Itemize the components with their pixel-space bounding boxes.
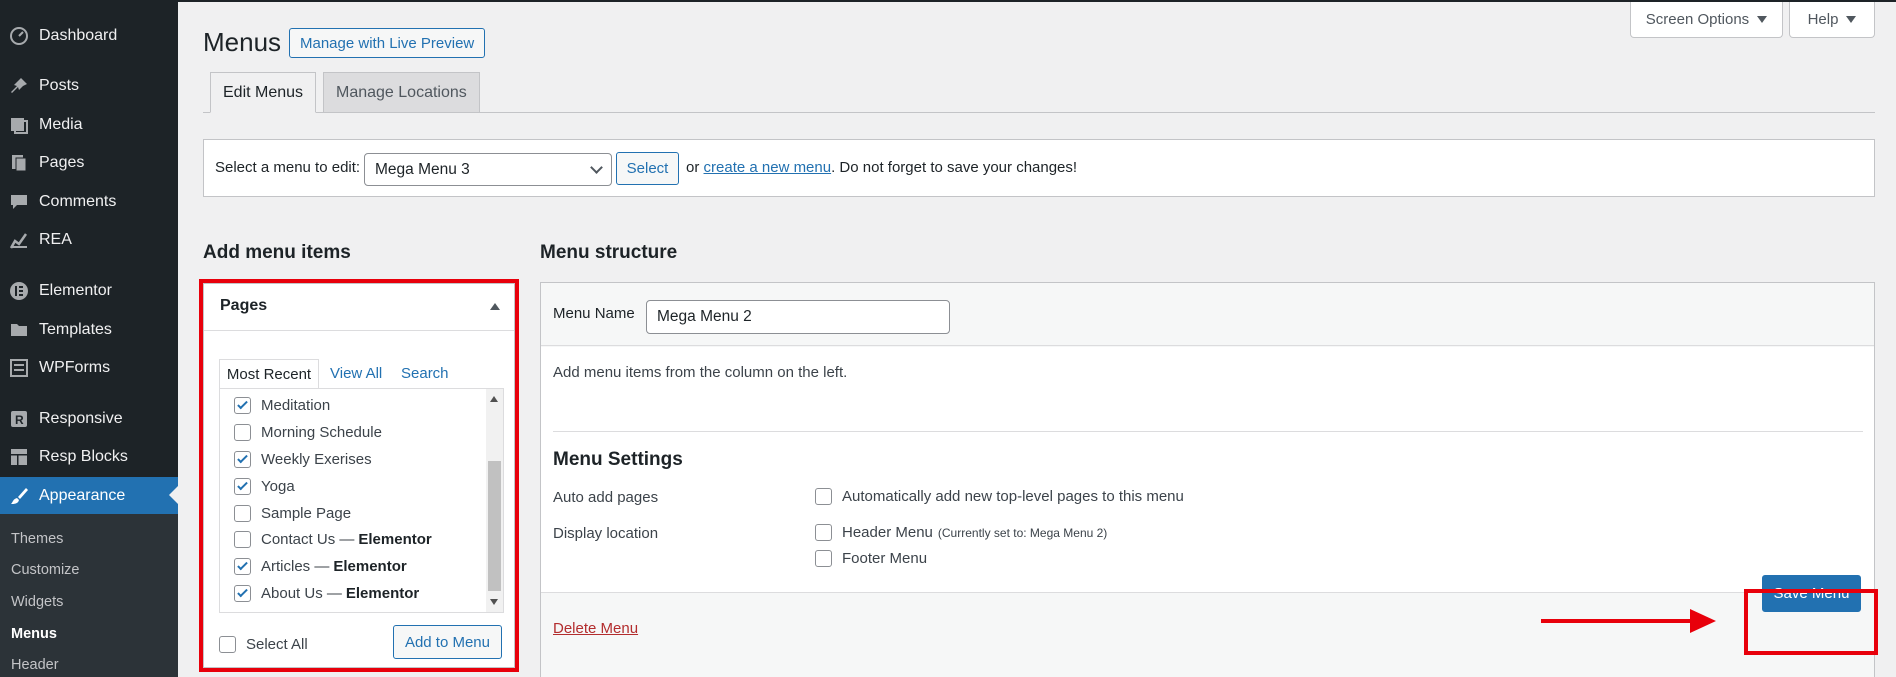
footer-menu-label: Footer Menu	[842, 550, 928, 567]
arrow-right-icon	[1690, 609, 1716, 633]
auto-add-pages-label: Auto add pages	[553, 489, 659, 506]
menu-select-value: Mega Menu 3	[375, 160, 470, 178]
chevron-down-icon	[590, 161, 603, 174]
page-title: Menus	[203, 27, 282, 57]
form-icon	[8, 358, 30, 378]
header-menu-checkbox[interactable]	[815, 524, 832, 541]
highlight-box-pages	[199, 279, 519, 672]
svg-text:R: R	[15, 413, 24, 427]
sidebar-item-responsive[interactable]: R Responsive	[0, 401, 178, 437]
chart-icon	[8, 230, 30, 250]
sidebar-item-label: Templates	[39, 321, 112, 338]
auto-add-option-label: Automatically add new top-level pages to…	[842, 488, 1184, 505]
sidebar-item-dashboard[interactable]: Dashboard	[0, 18, 178, 54]
current-menu-caret	[169, 486, 178, 504]
submenu-item-widgets[interactable]: Widgets	[11, 594, 63, 610]
screen-options-button[interactable]: Screen Options	[1630, 2, 1783, 38]
create-menu-text: or create a new menu. Do not forget to s…	[686, 159, 1077, 176]
folder-icon	[8, 320, 30, 340]
elementor-icon	[8, 281, 30, 301]
menu-settings-title: Menu Settings	[553, 449, 683, 470]
menu-name-input[interactable]: Mega Menu 2	[646, 300, 950, 334]
admin-sidebar: Dashboard Posts Media Pages Comments REA…	[0, 0, 178, 677]
sidebar-item-label: Posts	[39, 77, 80, 94]
save-reminder: . Do not forget to save your changes!	[831, 159, 1078, 176]
sidebar-item-appearance[interactable]: Appearance	[0, 477, 178, 515]
footer-menu-checkbox[interactable]	[815, 550, 832, 567]
sidebar-item-label: REA	[39, 231, 72, 248]
create-new-menu-link[interactable]: create a new menu	[704, 159, 832, 176]
brush-icon	[8, 486, 30, 506]
appearance-submenu: Themes Customize Widgets Menus Header	[0, 514, 178, 677]
help-label: Help	[1807, 11, 1839, 28]
submenu-item-themes[interactable]: Themes	[11, 531, 63, 547]
divider	[553, 431, 1863, 432]
submenu-item-menus[interactable]: Menus	[11, 626, 57, 642]
menu-name-header: Menu Name Mega Menu 2	[541, 283, 1874, 346]
caret-down-icon	[1846, 16, 1857, 23]
sidebar-item-rea[interactable]: REA	[0, 222, 178, 258]
delete-menu-link[interactable]: Delete Menu	[553, 620, 638, 637]
sidebar-item-elementor[interactable]: Elementor	[0, 273, 178, 309]
pages-icon	[8, 153, 30, 173]
tab-manage-locations[interactable]: Manage Locations	[323, 72, 480, 113]
menu-footer: Delete Menu	[541, 592, 1874, 677]
pin-icon	[8, 76, 30, 96]
sidebar-item-pages[interactable]: Pages	[0, 145, 178, 181]
menu-body: Add menu items from the column on the le…	[541, 347, 1874, 592]
sidebar-item-label: Media	[39, 116, 83, 133]
add-menu-items-heading: Add menu items	[203, 242, 351, 263]
highlight-box-save	[1744, 589, 1878, 655]
media-icon	[8, 115, 30, 135]
select-button[interactable]: Select	[616, 152, 679, 185]
sidebar-item-label: Resp Blocks	[39, 448, 128, 465]
manage-menus-box: Select a menu to edit: Mega Menu 3 Selec…	[203, 139, 1875, 197]
blocks-icon	[8, 447, 30, 467]
header-menu-note: (Currently set to: Mega Menu 2)	[937, 525, 1108, 540]
sidebar-item-label: Comments	[39, 193, 117, 210]
or-label: or	[686, 159, 700, 176]
menu-structure-heading: Menu structure	[540, 242, 678, 263]
submenu-item-header[interactable]: Header	[11, 657, 59, 673]
help-button[interactable]: Help	[1789, 2, 1875, 38]
sidebar-item-resp-blocks[interactable]: Resp Blocks	[0, 439, 178, 475]
sidebar-item-media[interactable]: Media	[0, 107, 178, 143]
submenu-item-customize[interactable]: Customize	[11, 562, 80, 578]
footer-menu-option[interactable]: Footer Menu	[815, 550, 927, 567]
menu-name-label: Menu Name	[553, 305, 635, 322]
sidebar-item-posts[interactable]: Posts	[0, 68, 178, 104]
menu-select-dropdown[interactable]: Mega Menu 3	[364, 153, 612, 186]
sidebar-item-templates[interactable]: Templates	[0, 312, 178, 348]
header-menu-label: Header Menu	[842, 524, 933, 541]
annotation-arrow-shaft	[1541, 619, 1691, 623]
empty-menu-hint: Add menu items from the column on the le…	[553, 364, 848, 381]
sidebar-item-label: Pages	[39, 154, 85, 171]
auto-add-checkbox[interactable]	[815, 488, 832, 505]
comment-icon	[8, 192, 30, 212]
dashboard-icon	[8, 26, 30, 46]
sidebar-item-wpforms[interactable]: WPForms	[0, 350, 178, 386]
menu-structure-panel: Menu Name Mega Menu 2 Add menu items fro…	[540, 282, 1875, 677]
live-preview-button[interactable]: Manage with Live Preview	[289, 28, 486, 58]
sidebar-item-label: Dashboard	[39, 27, 118, 44]
caret-down-icon	[1757, 16, 1768, 23]
sidebar-item-label: WPForms	[39, 359, 111, 376]
tab-edit-menus[interactable]: Edit Menus	[210, 72, 317, 113]
sidebar-item-label: Appearance	[39, 487, 126, 504]
responsive-icon: R	[8, 409, 30, 429]
auto-add-option[interactable]: Automatically add new top-level pages to…	[815, 488, 1184, 505]
screen-options-label: Screen Options	[1645, 11, 1750, 28]
sidebar-item-comments[interactable]: Comments	[0, 184, 178, 220]
sidebar-item-label: Responsive	[39, 410, 123, 427]
header-menu-option[interactable]: Header Menu (Currently set to: Mega Menu…	[815, 524, 1107, 541]
sidebar-item-label: Elementor	[39, 282, 112, 299]
display-location-label: Display location	[553, 525, 659, 542]
select-menu-label: Select a menu to edit:	[215, 159, 361, 176]
